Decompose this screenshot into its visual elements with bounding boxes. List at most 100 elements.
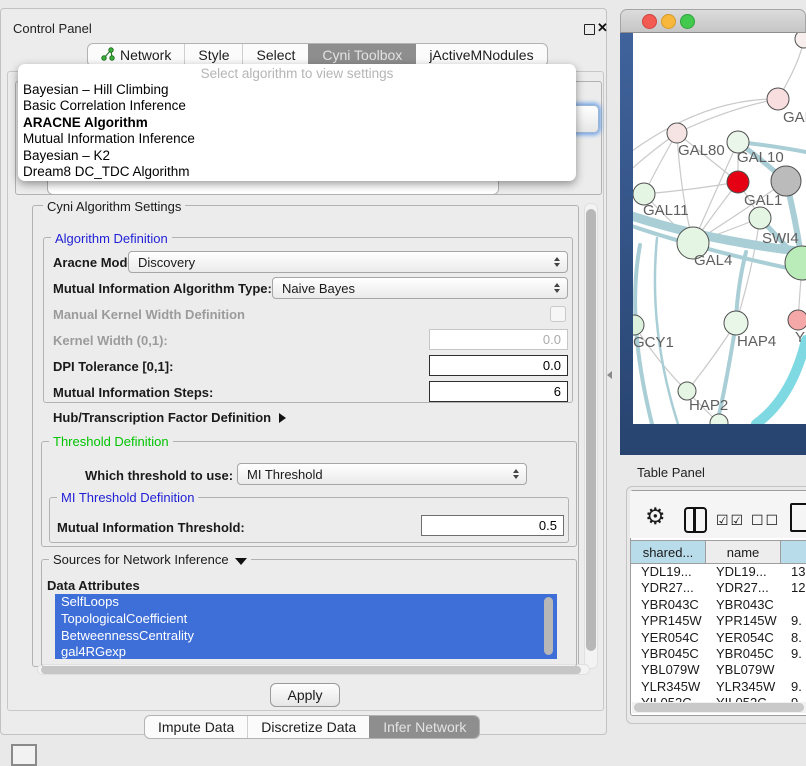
network-node-gal1[interactable] bbox=[749, 207, 771, 229]
cyni-settings-title: Cyni Algorithm Settings bbox=[43, 199, 185, 214]
table-cell: 9. bbox=[782, 646, 806, 662]
apply-button[interactable]: Apply bbox=[270, 683, 340, 707]
list-item-gal4rgexp[interactable]: gal4RGexp bbox=[55, 644, 557, 659]
float-window-icon[interactable] bbox=[584, 24, 595, 35]
tab-impute-data[interactable]: Impute Data bbox=[145, 716, 247, 738]
column-header-name[interactable]: name bbox=[706, 540, 781, 564]
table-row[interactable]: YDR27...YDR27...12 bbox=[632, 580, 806, 596]
tab-discretize-data[interactable]: Discretize Data bbox=[247, 716, 369, 738]
list-vscroll-thumb[interactable] bbox=[544, 597, 553, 655]
minimized-panel-icon[interactable] bbox=[11, 744, 37, 766]
close-traffic-light[interactable] bbox=[642, 14, 657, 29]
tab-jactivemnodules[interactable]: jActiveMNodules bbox=[415, 44, 546, 66]
network-node-gal80[interactable] bbox=[667, 123, 687, 143]
menu-item-bayesian-k2[interactable]: Bayesian – K2 bbox=[18, 148, 576, 164]
mi-threshold-field[interactable] bbox=[421, 515, 564, 536]
hub-expander-label: Hub/Transcription Factor Definition bbox=[53, 410, 271, 425]
mi-type-combo[interactable]: Naive Bayes bbox=[272, 277, 568, 299]
zoom-traffic-light[interactable] bbox=[680, 14, 695, 29]
tab-select[interactable]: Select bbox=[242, 44, 308, 66]
minimize-traffic-light[interactable] bbox=[661, 14, 676, 29]
list-item-betweennesscentrality[interactable]: BetweennessCentrality bbox=[55, 628, 557, 645]
tab-select-label: Select bbox=[256, 47, 295, 63]
hub-expander[interactable]: Hub/Transcription Factor Definition bbox=[53, 410, 286, 425]
table-cell: YLR345W bbox=[632, 679, 707, 695]
table-cell: YER054C bbox=[707, 630, 782, 646]
splitter-collapse-icon[interactable] bbox=[607, 371, 612, 379]
table-header-row: shared...nameA bbox=[631, 540, 806, 564]
menu-item-basic-correlation[interactable]: Basic Correlation Inference bbox=[18, 98, 576, 114]
table-row[interactable]: YPR145WYPR145W9. bbox=[632, 613, 806, 629]
table-row[interactable]: YBR043CYBR043C bbox=[632, 597, 806, 613]
new-table-icon[interactable] bbox=[790, 503, 806, 532]
table-cell: YBR045C bbox=[632, 646, 707, 662]
table-cell: YPR145W bbox=[632, 613, 707, 629]
menu-item-dream8[interactable]: Dream8 DC_TDC Algorithm bbox=[18, 164, 576, 180]
tab-infer-network-label: Infer Network bbox=[383, 719, 466, 735]
network-canvas[interactable]: GALGAL80GAL10GAL11GAL1SWI4GAL4GCY1HAP4YH… bbox=[633, 33, 806, 424]
settings-hscroll-thumb[interactable] bbox=[41, 666, 581, 674]
mi-steps-field[interactable] bbox=[429, 381, 568, 402]
network-node-hap4[interactable] bbox=[724, 311, 748, 335]
table-cell: YBL079W bbox=[707, 662, 782, 678]
table-row[interactable]: YER054CYER054C8. bbox=[632, 630, 806, 646]
menu-item-aracne[interactable]: ARACNE Algorithm bbox=[18, 115, 576, 131]
table-cell bbox=[782, 597, 806, 613]
table-cell: 13 bbox=[782, 564, 806, 580]
menu-item-mutual-information[interactable]: Mutual Information Inference bbox=[18, 131, 576, 147]
sources-expander[interactable]: Sources for Network Inference bbox=[49, 552, 251, 567]
table-hscroll-thumb[interactable] bbox=[634, 703, 804, 712]
dpi-tolerance-field[interactable] bbox=[429, 355, 568, 376]
table-row[interactable]: YBL079WYBL079W bbox=[632, 662, 806, 678]
table-cell: YBL079W bbox=[632, 662, 707, 678]
network-edge[interactable] bbox=[644, 182, 738, 194]
settings-vscroll-thumb[interactable] bbox=[586, 209, 596, 651]
tab-cyni-toolbox[interactable]: Cyni Toolbox bbox=[308, 44, 415, 66]
manual-kernel-label: Manual Kernel Width Definition bbox=[53, 307, 245, 322]
menu-item-bayesian-hill-climbing[interactable]: Bayesian – Hill Climbing bbox=[18, 82, 576, 98]
which-threshold-combo[interactable]: MI Threshold bbox=[237, 463, 527, 485]
aracne-mode-combo[interactable]: Discovery bbox=[128, 251, 568, 273]
cyni-bottom-tabbar: Impute Data Discretize Data Infer Networ… bbox=[144, 715, 480, 739]
network-edge[interactable] bbox=[736, 218, 760, 323]
columns-icon[interactable] bbox=[684, 507, 707, 533]
list-item-selfloops[interactable]: SelfLoops bbox=[55, 594, 557, 611]
table-cell: 8. bbox=[782, 630, 806, 646]
network-edge[interactable] bbox=[677, 99, 778, 133]
tab-cyni-toolbox-label: Cyni Toolbox bbox=[322, 47, 402, 63]
node-label: GAL4 bbox=[694, 252, 732, 269]
list-item-topologicalcoefficient[interactable]: TopologicalCoefficient bbox=[55, 611, 557, 628]
select-columns-icon[interactable]: ☑☑ bbox=[716, 512, 745, 529]
table-row[interactable]: YLR345WYLR345W9. bbox=[632, 679, 806, 695]
node-label: HAP4 bbox=[737, 333, 776, 350]
tab-network[interactable]: Network bbox=[88, 44, 184, 66]
data-attributes-list: SelfLoops TopologicalCoefficient Between… bbox=[55, 594, 557, 659]
table-row[interactable]: YDL19...YDL19...13 bbox=[632, 564, 806, 580]
expander-right-icon bbox=[279, 413, 286, 423]
network-edge[interactable] bbox=[655, 238, 678, 424]
network-edge[interactable] bbox=[756, 340, 806, 424]
network-node[interactable] bbox=[727, 171, 749, 193]
kernel-width-field[interactable] bbox=[429, 329, 568, 350]
node-label: GAL1 bbox=[744, 192, 782, 209]
node-label: GAL10 bbox=[737, 149, 784, 166]
tab-style[interactable]: Style bbox=[184, 44, 242, 66]
node-label: SWI4 bbox=[762, 230, 799, 247]
column-header-A[interactable]: A bbox=[781, 540, 806, 564]
network-node-gcy1[interactable] bbox=[633, 315, 644, 335]
algorithm-popup: Select algorithm to view settings Bayesi… bbox=[18, 64, 576, 181]
manual-kernel-checkbox[interactable] bbox=[550, 306, 566, 322]
column-header-shared...[interactable]: shared... bbox=[631, 540, 706, 564]
table-row[interactable]: YBR045CYBR045C9. bbox=[632, 646, 806, 662]
network-node[interactable] bbox=[795, 33, 806, 48]
table-cell: YBR043C bbox=[632, 597, 707, 613]
gear-icon[interactable]: ⚙ bbox=[645, 503, 666, 530]
tab-infer-network[interactable]: Infer Network bbox=[369, 716, 479, 738]
network-node-y[interactable] bbox=[788, 310, 806, 330]
unselect-columns-icon[interactable]: ☐☐ bbox=[751, 512, 780, 529]
close-icon[interactable]: ✕ bbox=[597, 20, 608, 36]
threshold-title: Threshold Definition bbox=[49, 434, 173, 449]
network-graph: GALGAL80GAL10GAL11GAL1SWI4GAL4GCY1HAP4YH… bbox=[633, 33, 806, 424]
network-node-gal7[interactable] bbox=[767, 88, 789, 110]
network-node[interactable] bbox=[710, 414, 728, 424]
